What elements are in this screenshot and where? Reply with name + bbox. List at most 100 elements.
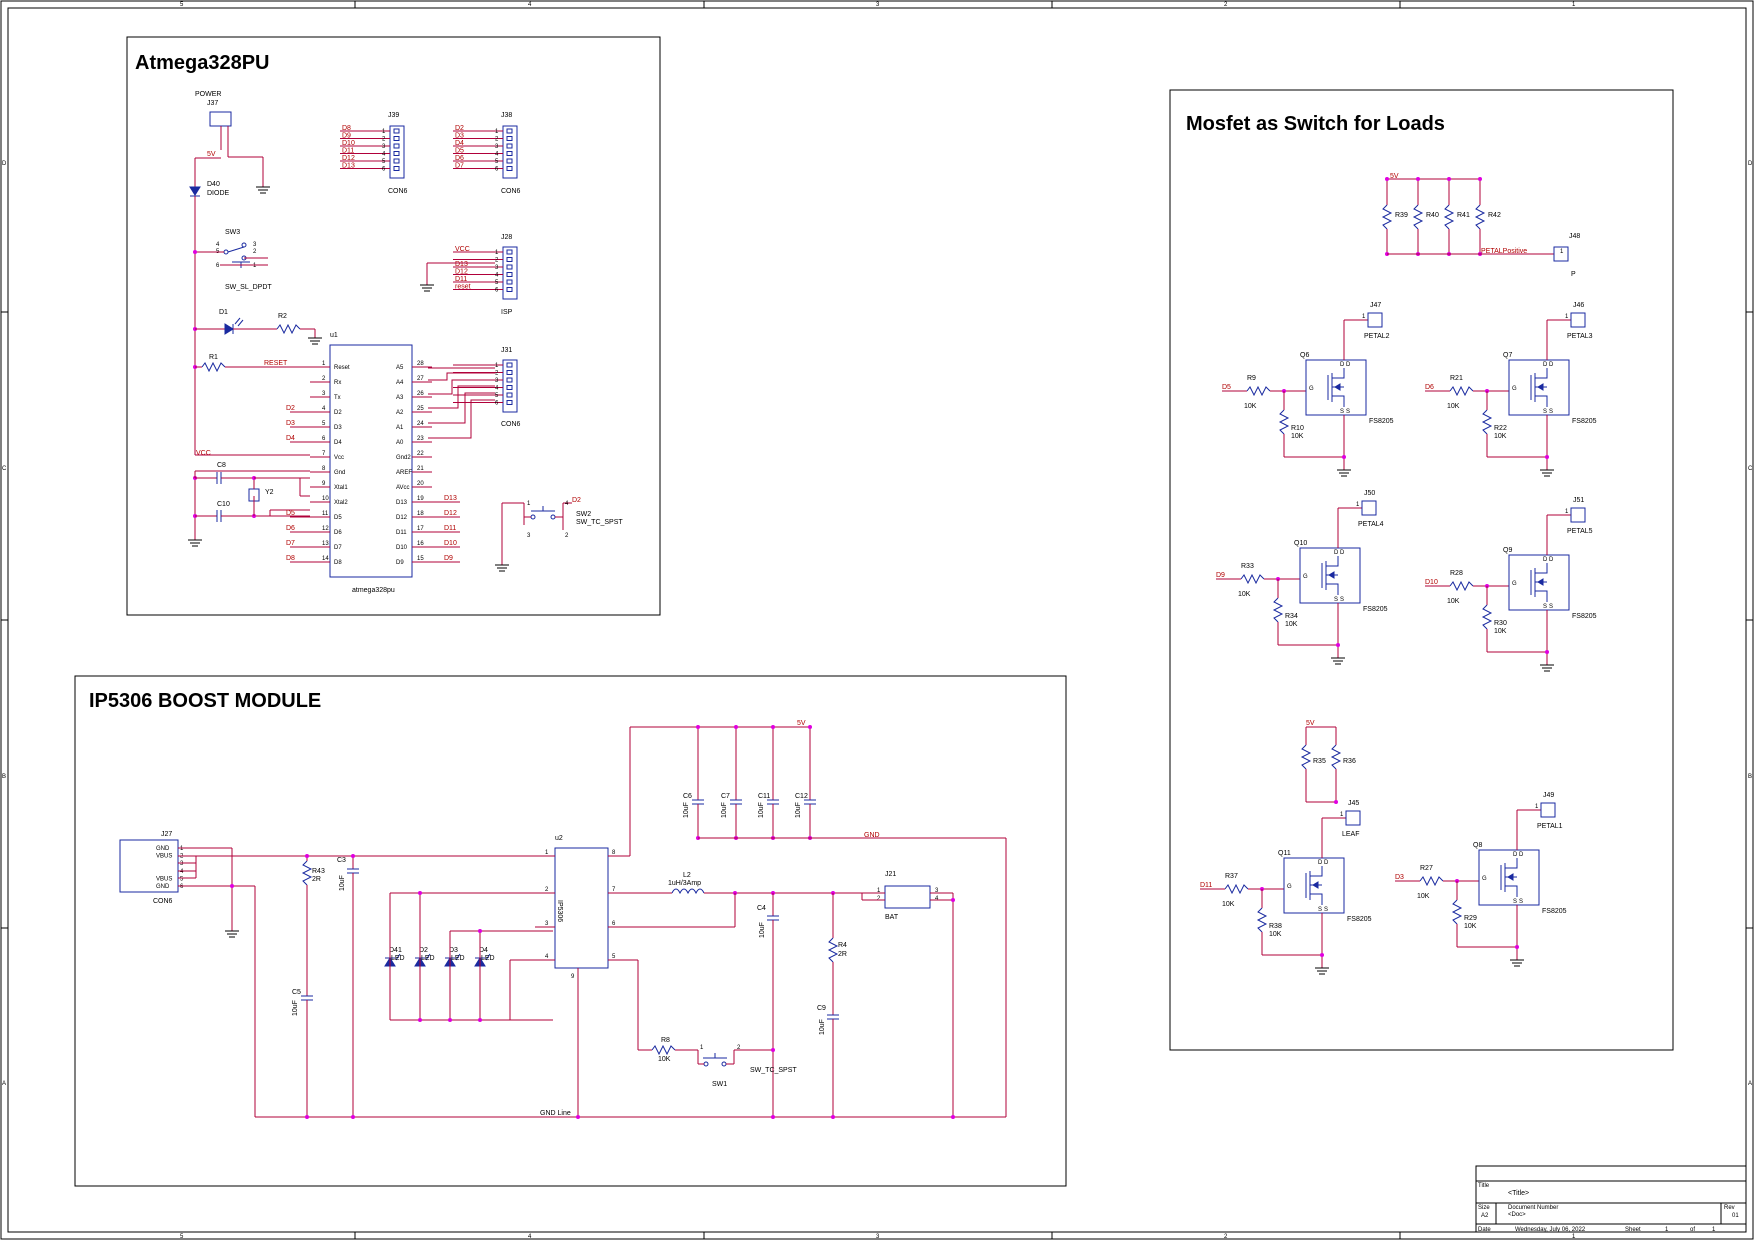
sw3-pin-1: 1 [253,263,257,269]
j39-pin: 2 [382,137,386,143]
u1-net-label: D12 [444,510,457,517]
d1-led-icon [224,323,234,335]
tb-date-value: Wednesday, July 06, 2022 [1515,1227,1586,1233]
j38-net: D5 [455,148,464,155]
mosfet-ref: Q11 [1278,850,1291,857]
r4-resistor-icon [827,937,839,963]
j38-pin: 2 [495,137,499,143]
u1-pin-name: Xtal2 [334,500,348,506]
u1-pin-num: 21 [417,466,424,472]
u1-pin-num: 10 [322,496,329,502]
c8-ref: C8 [217,462,226,469]
u2-pin-num: 2 [545,887,549,893]
u1-pin-name: A5 [396,365,404,371]
sw3-switch-icon [223,242,250,268]
j39-pin: 3 [382,144,386,150]
mos-pin-s: S [1324,907,1328,913]
r2-resistor-icon [276,323,301,335]
load-connector-label: LEAF [1342,831,1360,838]
j31-pin: 2 [495,371,499,377]
atmega-frame [126,36,661,616]
net-petal-positive: PETALPositive [1481,248,1527,255]
u2-pin-num: 8 [612,850,616,856]
boost-net-5v: 5V [797,720,806,727]
r8-ref: R8 [661,1037,670,1044]
j28-net: VCC [455,246,470,253]
load-connector [1570,312,1586,328]
r36-ref: R36 [1343,758,1356,765]
tb-sheet-label: Sheet [1625,1227,1641,1233]
u1-pin-num: 6 [322,436,326,442]
mos-pin-d: D [1346,362,1351,368]
j38-pin: 3 [495,144,499,150]
load-connector [1367,312,1383,328]
pulldown-ref: R10 [1291,425,1304,432]
mosfet-schematic: 5V R39 R40 R41 R42 PETALPositive 1 J48 P 5V… [1200,173,1597,975]
u1-pin-num: 11 [322,511,329,517]
mos-gate-net: D10 [1425,579,1438,586]
u1-pin-num: 8 [322,466,326,472]
u1-pin-name: Xtal1 [334,485,348,491]
j28-net: reset [455,284,471,291]
u2-pin-num: 3 [545,921,549,927]
j38-pin: 5 [495,159,499,165]
output-cap-value: 10uF [795,802,802,818]
pulldown-value: 10K [1285,621,1298,628]
border-col-5: 5 [180,2,184,8]
j21-value: BAT [885,914,899,921]
u1-net-label: D11 [444,525,456,532]
load-connector [1345,810,1361,826]
output-cap-ref: C12 [795,793,808,800]
j48-value: P [1571,271,1576,278]
sw2-net: D2 [572,497,581,504]
j31-pin: 3 [495,378,499,384]
mos-gate-net: D3 [1395,874,1404,881]
pullup-ref: R40 [1426,212,1439,219]
mos-pin-d: D [1513,852,1518,858]
pulldown-resistor-icon [1272,597,1284,623]
u1-net-label: D2 [286,405,295,412]
output-cap-ref: C11 [758,793,770,800]
u1-right-pins: 28 A5 27 A4 26 A3 25 A2 24 A1 23 A0 22 Gnd2 21 AREF 20 AV… [396,361,460,566]
sw2-ref: SW2 [576,511,591,518]
sw3-pin-4: 4 [216,242,220,248]
gate-resistor-icon [1419,875,1444,887]
j39-net: D8 [342,125,351,132]
j38-pin: 6 [495,167,499,173]
r35-resistor-icon [1300,744,1312,770]
mos-gate-net: D5 [1222,384,1231,391]
r2-ref: R2 [278,313,287,320]
u1-pin-name: A1 [396,425,404,431]
u1-pin-name: Tx [334,395,341,401]
j31-ref: J31 [501,347,512,354]
load-connector-label: PETAL4 [1358,521,1384,528]
r36-resistor-icon [1330,744,1342,770]
u1-pin-name: A3 [396,395,404,401]
pullup-ref: R39 [1395,212,1408,219]
pulldown-ref: R22 [1494,425,1507,432]
r35-ref: R35 [1313,758,1326,765]
border-row-d-right: D [1748,161,1753,167]
j38-net: D3 [455,133,464,140]
j38-connector: 1 D2 2 D3 3 D4 4 D5 5 D6 6 D7 [453,125,518,179]
r43-resistor-icon [301,860,313,886]
j28-pin: 2 [495,258,499,264]
u1-pin-num: 22 [417,451,424,457]
atmega-title: Atmega328PU [135,52,270,74]
u1-pin-num: 12 [322,526,329,532]
j39-net: D12 [342,155,355,162]
pulldown-resistor-icon [1481,409,1493,435]
j27-pin-num: 5 [180,876,184,882]
j21-battery-connector [884,885,931,909]
u1-pin-num: 23 [417,436,424,442]
gate-resistor-ref: R21 [1450,375,1463,382]
border-row-d: D [2,161,7,167]
c5-ref: C5 [292,989,301,996]
j31-pin: 6 [495,401,499,407]
u2-ref: u2 [555,835,563,842]
gate-resistor-icon [1240,573,1265,585]
j38-net: D7 [455,163,464,170]
c3-value: 10uF [339,875,346,891]
r43-ref: R43 [312,868,325,875]
border-row-c: C [2,466,7,472]
